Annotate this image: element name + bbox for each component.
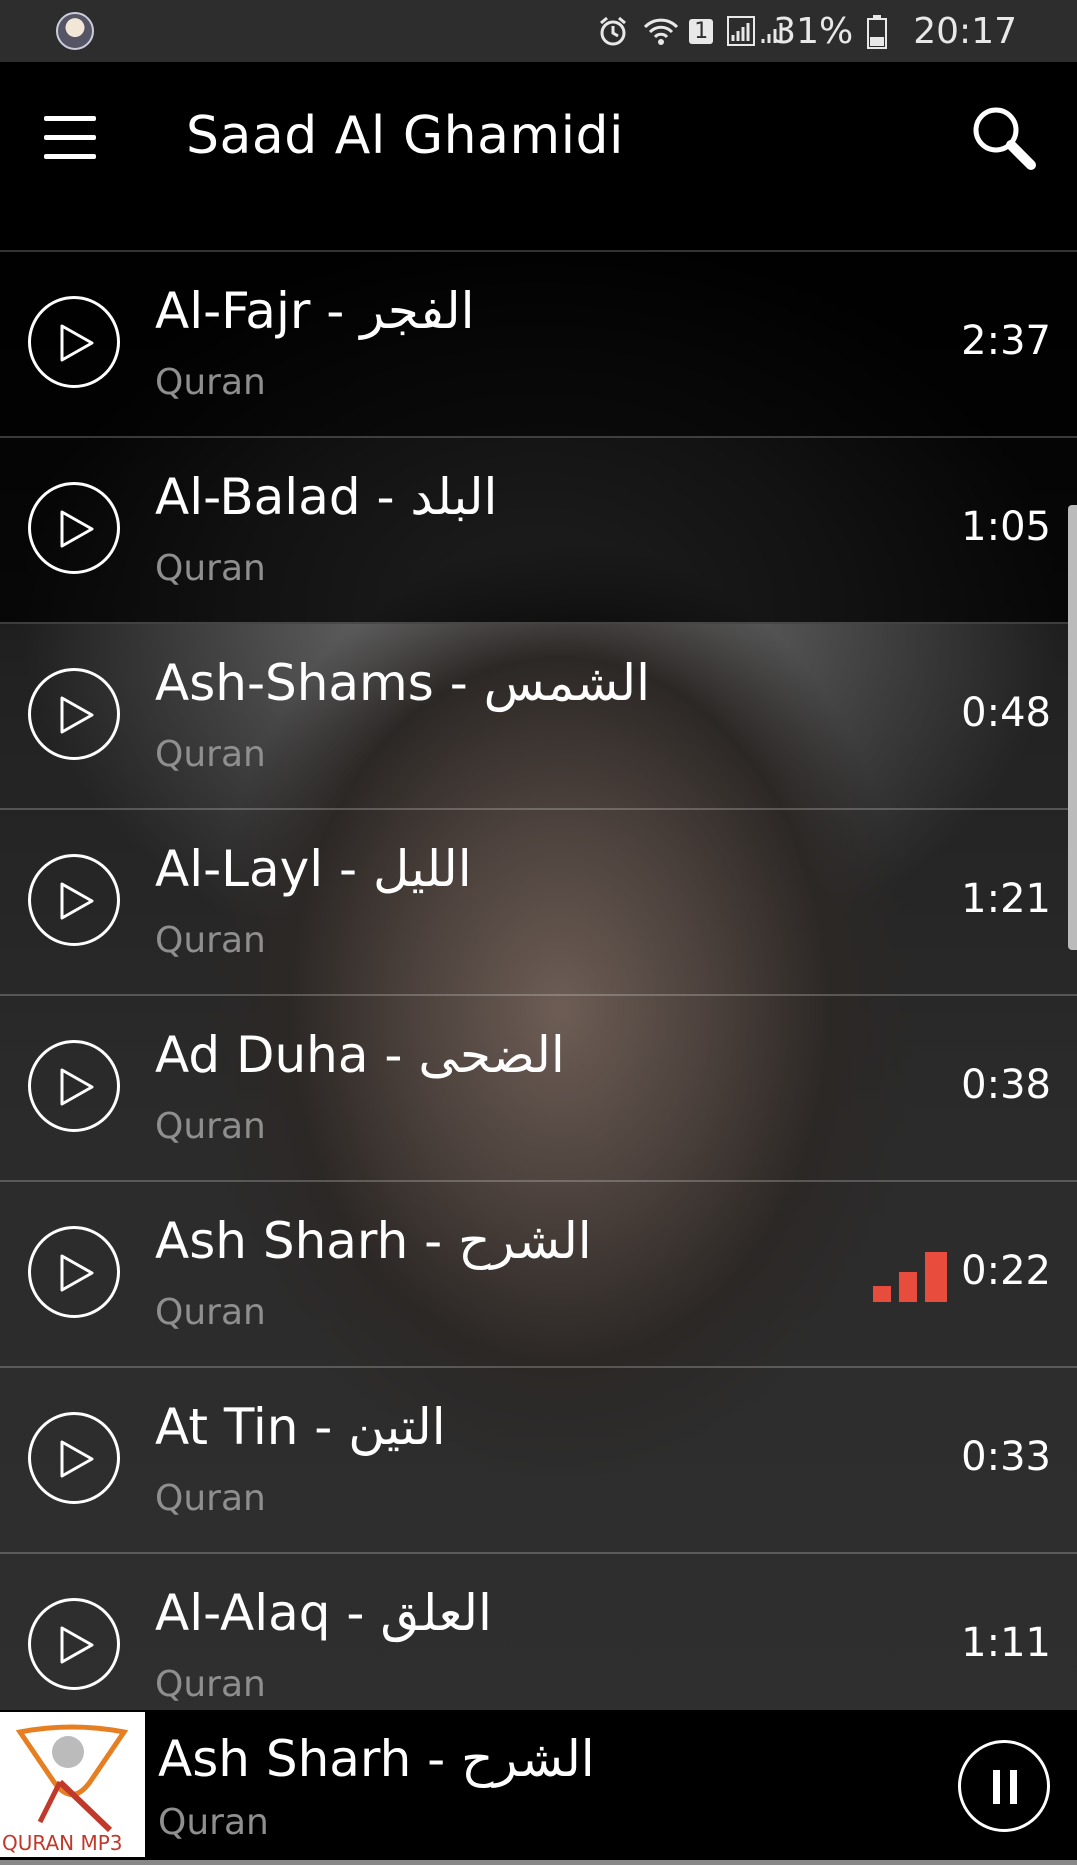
track-duration: 1:21	[961, 876, 1051, 922]
list-item[interactable]: Al-Alaq - العلق Quran 1:11	[0, 1554, 1077, 1738]
play-icon[interactable]	[28, 482, 120, 574]
track-duration: 2:37	[961, 318, 1051, 364]
status-bar: 1 31% 20:17	[0, 0, 1077, 62]
track-title: Ash Sharh - الشرح	[155, 1212, 592, 1270]
track-subtitle: Quran	[155, 548, 266, 589]
page-title: Saad Al Ghamidi	[186, 106, 624, 166]
now-playing-bar[interactable]: QURAN MP3 Ash Sharh - الشرح Quran	[0, 1712, 1077, 1865]
navigation-strip	[0, 1860, 1077, 1865]
list-item[interactable]: Al-Fajr - الفجر Quran 2:37	[0, 252, 1077, 438]
battery-icon	[867, 15, 899, 49]
track-duration: 1:05	[961, 504, 1051, 550]
play-icon[interactable]	[28, 1412, 120, 1504]
wifi-icon	[643, 15, 679, 47]
track-duration: 0:22	[961, 1248, 1051, 1294]
track-title: Ad Duha - الضحى	[155, 1026, 565, 1084]
track-list: Al-Fajr - الفجر Quran 2:37 Al-Balad - ال…	[0, 252, 1077, 1738]
list-item-playing[interactable]: Ash Sharh - الشرح Quran 0:22	[0, 1182, 1077, 1368]
track-subtitle: Quran	[155, 734, 266, 775]
battery-percent: 31%	[773, 10, 854, 52]
now-playing-title: Ash Sharh - الشرح	[158, 1730, 595, 1788]
hamburger-icon[interactable]	[44, 116, 96, 162]
track-title: Al-Fajr - الفجر	[155, 282, 475, 340]
play-icon[interactable]	[28, 854, 120, 946]
play-icon[interactable]	[28, 1040, 120, 1132]
track-subtitle: Quran	[155, 920, 266, 961]
track-title: Ash-Shams - الشمس	[155, 654, 651, 712]
album-artwork: QURAN MP3	[0, 1712, 145, 1857]
track-duration: 0:48	[961, 690, 1051, 736]
play-icon[interactable]	[28, 1226, 120, 1318]
track-subtitle: Quran	[155, 362, 266, 403]
track-subtitle: Quran	[155, 1478, 266, 1519]
notification-app-icon	[56, 12, 94, 50]
play-icon[interactable]	[28, 668, 120, 760]
artwork-label: QURAN MP3	[2, 1831, 123, 1855]
list-item[interactable]: Al-Layl - الليل Quran 1:21	[0, 810, 1077, 996]
track-duration: 0:38	[961, 1062, 1051, 1108]
track-title: Al-Layl - الليل	[155, 840, 472, 898]
track-title: Al-Balad - البلد	[155, 468, 498, 526]
list-item[interactable]: Ash-Shams - الشمس Quran 0:48	[0, 624, 1077, 810]
track-subtitle: Quran	[155, 1664, 266, 1705]
pause-icon[interactable]	[958, 1740, 1050, 1832]
track-subtitle: Quran	[155, 1292, 266, 1333]
alarm-icon	[597, 15, 629, 47]
play-icon[interactable]	[28, 296, 120, 388]
list-item[interactable]: Al-Balad - البلد Quran 1:05	[0, 438, 1077, 624]
play-icon[interactable]	[28, 1598, 120, 1690]
track-title: Al-Alaq - العلق	[155, 1584, 492, 1642]
track-subtitle: Quran	[155, 1106, 266, 1147]
list-item[interactable]: At Tin - التين Quran 0:33	[0, 1368, 1077, 1554]
track-duration: 1:11	[961, 1620, 1051, 1666]
list-item[interactable]: Ad Duha - الضحى Quran 0:38	[0, 996, 1077, 1182]
app-toolbar: Saad Al Ghamidi	[0, 62, 1077, 252]
signal-icon	[727, 15, 783, 47]
equalizer-icon	[873, 1252, 947, 1302]
scrollbar[interactable]	[1068, 505, 1077, 950]
now-playing-subtitle: Quran	[158, 1802, 269, 1843]
track-title: At Tin - التين	[155, 1398, 446, 1456]
clock: 20:17	[913, 10, 1017, 52]
sim-badge: 1	[689, 18, 714, 44]
search-icon[interactable]	[968, 102, 1040, 174]
track-duration: 0:33	[961, 1434, 1051, 1480]
